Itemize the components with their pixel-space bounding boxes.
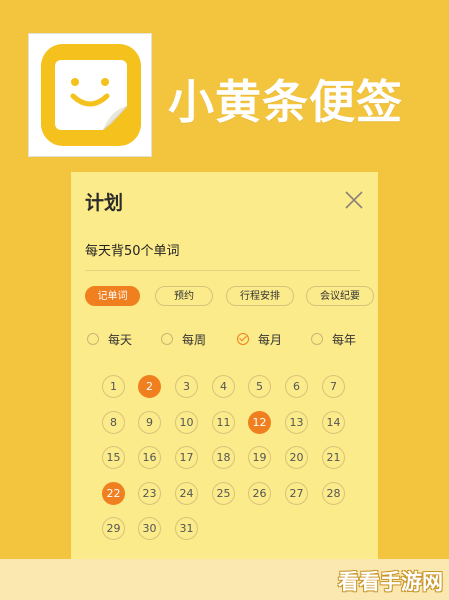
day-19[interactable]: 19 (248, 446, 271, 469)
repeat-label: 每周 (182, 332, 207, 347)
sticky-note-smile-icon (41, 44, 141, 146)
radio-icon[interactable] (87, 333, 99, 345)
day-28[interactable]: 28 (322, 482, 345, 505)
day-23[interactable]: 23 (138, 482, 161, 505)
day-11[interactable]: 11 (212, 411, 235, 434)
repeat-label: 每年 (332, 332, 357, 347)
day-4[interactable]: 4 (212, 375, 235, 398)
check-icon[interactable] (237, 333, 249, 345)
note-text[interactable]: 每天背50个单词 (85, 240, 180, 259)
day-9[interactable]: 9 (138, 411, 161, 434)
repeat-monthly[interactable]: 每月 (237, 329, 282, 349)
divider (85, 270, 360, 271)
repeat-options: 每天 每周 每月 每年 (87, 329, 367, 349)
day-26[interactable]: 26 (248, 482, 271, 505)
radio-icon[interactable] (161, 333, 173, 345)
day-13[interactable]: 13 (285, 411, 308, 434)
repeat-yearly[interactable]: 每年 (311, 329, 356, 349)
tag-appointment[interactable]: 预约 (155, 286, 213, 306)
day-6[interactable]: 6 (285, 375, 308, 398)
close-button[interactable] (344, 190, 364, 210)
tag-vocab[interactable]: 记单词 (85, 286, 140, 306)
day-30[interactable]: 30 (138, 517, 161, 540)
close-icon[interactable] (344, 190, 364, 210)
plan-card: 计划 每天背50个单词 记单词 预约 行程安排 会议纪要 每天 每周 每月 每年… (71, 172, 378, 584)
day-7[interactable]: 7 (322, 375, 345, 398)
day-21[interactable]: 21 (322, 446, 345, 469)
day-15[interactable]: 15 (102, 446, 125, 469)
repeat-weekly[interactable]: 每周 (161, 329, 206, 349)
day-10[interactable]: 10 (175, 411, 198, 434)
tag-meeting-notes[interactable]: 会议纪要 (306, 286, 374, 306)
app-name: 小黄条便签 (168, 75, 403, 129)
day-31[interactable]: 31 (175, 517, 198, 540)
day-5[interactable]: 5 (248, 375, 271, 398)
day-16[interactable]: 16 (138, 446, 161, 469)
day-27[interactable]: 27 (285, 482, 308, 505)
day-14[interactable]: 14 (322, 411, 345, 434)
repeat-label: 每天 (108, 332, 133, 347)
plan-title: 计划 (85, 192, 124, 214)
day-2[interactable]: 2 (138, 375, 161, 398)
day-20[interactable]: 20 (285, 446, 308, 469)
day-29[interactable]: 29 (102, 517, 125, 540)
day-22[interactable]: 22 (102, 482, 125, 505)
day-17[interactable]: 17 (175, 446, 198, 469)
app-icon (28, 33, 152, 157)
repeat-label: 每月 (258, 332, 283, 347)
day-3[interactable]: 3 (175, 375, 198, 398)
day-24[interactable]: 24 (175, 482, 198, 505)
repeat-daily[interactable]: 每天 (87, 329, 132, 349)
day-25[interactable]: 25 (212, 482, 235, 505)
watermark: 看看手游网 (338, 570, 443, 594)
tag-itinerary[interactable]: 行程安排 (226, 286, 294, 306)
day-1[interactable]: 1 (102, 375, 125, 398)
day-8[interactable]: 8 (102, 411, 125, 434)
radio-icon[interactable] (311, 333, 323, 345)
day-12[interactable]: 12 (248, 411, 271, 434)
tag-list: 记单词 预约 行程安排 会议纪要 (85, 286, 374, 308)
day-18[interactable]: 18 (212, 446, 235, 469)
